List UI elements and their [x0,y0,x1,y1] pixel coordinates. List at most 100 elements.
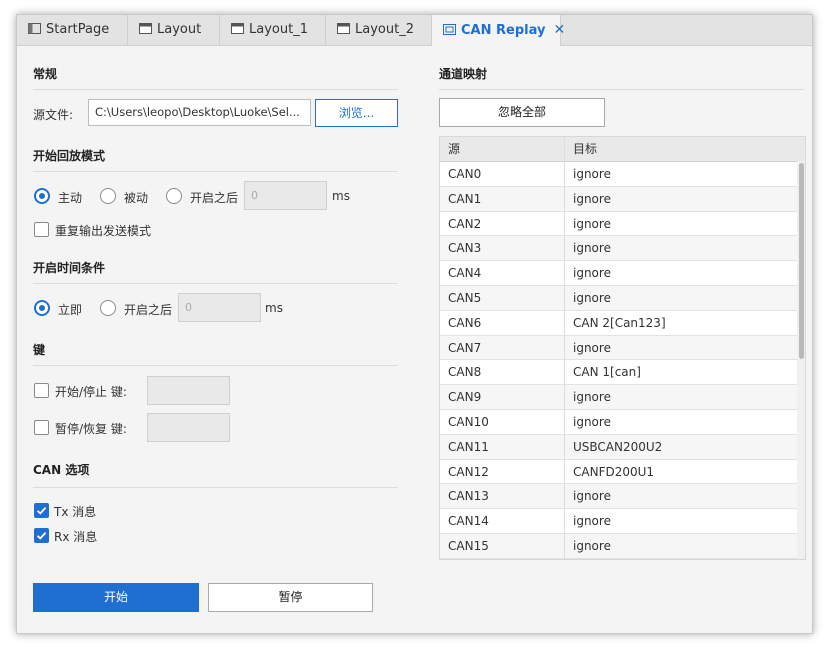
table-row[interactable]: CAN5 ignore [440,286,797,311]
tab-layout-1[interactable]: Layout_1 [220,15,326,45]
target-cell[interactable]: ignore [565,187,611,211]
repeat-output-checkbox[interactable] [34,222,49,237]
divider [33,365,398,366]
target-cell[interactable]: ignore [565,286,611,310]
tx-message-label: Tx 消息 [54,505,97,519]
source-cell: CAN5 [448,291,482,305]
start-after-open-label: 开启之后 [124,303,173,317]
checkmark-icon [36,531,47,540]
table-row[interactable]: CAN3 ignore [440,236,797,262]
source-cell: CAN10 [448,415,489,429]
rx-message-checkbox[interactable] [34,528,49,543]
target-cell[interactable]: ignore [565,509,611,533]
source-cell: CAN15 [448,539,489,553]
scrollbar-thumb[interactable] [799,163,804,359]
target-cell[interactable]: USBCAN200U2 [565,435,662,459]
target-cell[interactable]: CAN 2[Can123] [565,311,666,335]
start-after-open-radio[interactable] [100,300,116,316]
source-file-input[interactable]: C:\Users\leopo\Desktop\Luoke\Sel... [88,99,311,126]
table-row[interactable]: CAN10 ignore [440,410,797,435]
close-icon[interactable]: ✕ [553,22,565,38]
table-row[interactable]: CAN0 ignore [440,162,797,187]
source-cell: CAN1 [448,191,482,206]
start-delay-input[interactable]: 0 [178,293,261,322]
target-cell[interactable]: ignore [565,336,611,360]
general-section-title: 常规 [33,67,58,81]
pause-button[interactable]: 暂停 [208,583,373,612]
target-cell[interactable]: ignore [565,484,611,508]
repeat-output-label: 重复输出发送模式 [55,224,152,238]
table-row[interactable]: CAN11 USBCAN200U2 [440,434,797,460]
target-cell[interactable]: CAN 1[can] [565,360,641,384]
tx-message-checkbox[interactable] [34,503,49,518]
tab-can-replay[interactable]: CAN Replay ✕ [432,15,565,46]
start-stop-key-input[interactable] [147,376,230,405]
table-row[interactable]: CAN4 ignore [440,261,797,286]
target-cell[interactable]: ignore [565,212,611,236]
target-cell[interactable]: ignore [565,534,611,558]
rx-message-label: Rx 消息 [54,530,98,544]
target-cell[interactable]: ignore [565,236,611,260]
replay-mode-title: 开始回放模式 [33,149,106,163]
source-file-label: 源文件: [33,108,74,122]
target-cell[interactable]: ignore [565,162,611,186]
pause-resume-key-label: 暂停/恢复 键: [55,422,127,436]
start-stop-key-checkbox[interactable] [34,383,49,398]
target-cell[interactable]: ignore [565,385,611,409]
table-header: 源 目标 [440,137,805,162]
tab-layout-2[interactable]: Layout_2 [326,15,432,45]
source-cell: CAN13 [448,489,489,504]
tab-layout[interactable]: Layout [128,15,220,45]
table-row[interactable]: CAN7 ignore [440,335,797,361]
table-row[interactable]: CAN14 ignore [440,509,797,534]
browse-button[interactable]: 浏览... [315,99,398,127]
checkmark-icon [36,506,47,515]
tab-startpage[interactable]: StartPage [17,15,128,45]
target-cell[interactable]: CANFD200U1 [565,460,654,484]
tab-label: Layout_2 [355,22,414,37]
table-row[interactable]: CAN12 CANFD200U1 [440,460,797,485]
column-header-source[interactable]: 源 [440,137,564,161]
tab-bar: StartPage Layout Layout_1 Layout_2 CAN R… [17,15,812,46]
mode-passive-label: 被动 [124,191,149,205]
start-button[interactable]: 开始 [33,583,199,612]
divider [33,171,398,172]
pause-resume-key-input[interactable] [147,413,230,442]
table-row[interactable]: CAN6 CAN 2[Can123] [440,311,797,336]
startpage-icon [28,23,41,34]
mode-after-open-label: 开启之后 [190,191,239,205]
layout-window-icon [139,23,152,34]
table-row[interactable]: CAN2 ignore [440,212,797,237]
start-stop-key-label: 开始/停止 键: [55,385,127,399]
target-cell[interactable]: ignore [565,261,611,285]
pause-resume-key-checkbox[interactable] [34,420,49,435]
start-immediate-radio[interactable] [34,300,50,316]
can-replay-window: StartPage Layout Layout_1 Layout_2 CAN R… [16,14,813,634]
tab-label: Layout_1 [249,22,308,37]
table-row[interactable]: CAN8 CAN 1[can] [440,360,797,386]
source-cell: CAN9 [448,390,482,405]
divider [439,89,804,90]
source-cell: CAN6 [448,315,482,330]
keys-title: 键 [33,343,46,357]
mode-passive-radio[interactable] [100,188,116,204]
mode-delay-unit: ms [332,189,350,203]
start-time-title: 开启时间条件 [33,261,106,275]
divider [33,283,398,284]
mode-after-open-radio[interactable] [166,188,182,204]
source-cell: CAN0 [448,167,482,181]
mode-active-radio[interactable] [34,188,50,204]
channel-mapping-table: 源 目标 CAN0 ignore CAN1 ignore CAN2 ignore CA… [439,136,806,560]
table-row[interactable]: CAN9 ignore [440,385,797,410]
divider [33,89,398,90]
target-cell[interactable]: ignore [565,410,611,434]
ignore-all-button[interactable]: 忽略全部 [439,98,605,127]
channel-mapping-title: 通道映射 [439,67,488,81]
table-row[interactable]: CAN13 ignore [440,484,797,510]
table-row[interactable]: CAN15 ignore [440,534,797,559]
table-row[interactable]: CAN1 ignore [440,186,797,212]
mode-active-label: 主动 [58,191,83,205]
column-header-target[interactable]: 目标 [565,137,797,161]
layout-window-icon [231,23,244,34]
mode-delay-input[interactable]: 0 [244,181,327,210]
